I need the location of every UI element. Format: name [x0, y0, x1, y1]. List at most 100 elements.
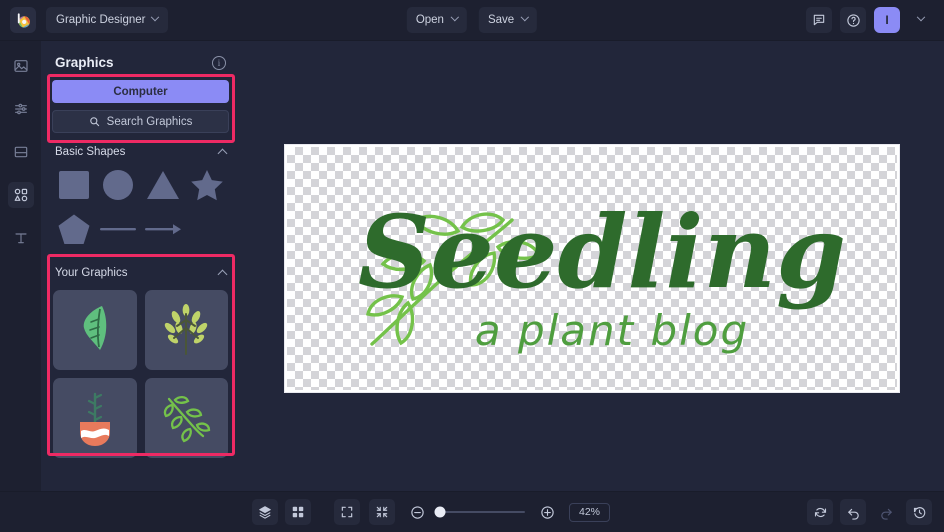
- save-label: Save: [487, 14, 515, 26]
- canvas-area[interactable]: Seedling a plant blog: [240, 41, 944, 491]
- your-graphics-grid: [41, 286, 240, 458]
- search-graphics-placeholder: Search Graphics: [106, 115, 193, 128]
- sidebar-item-adjustments[interactable]: [8, 96, 34, 122]
- transparency-checkerboard: Seedling a plant blog: [287, 147, 897, 390]
- zoom-controls: 42%: [334, 499, 610, 525]
- seedling-logo-artwork: Seedling a plant blog: [358, 193, 846, 355]
- chevron-down-icon: [520, 12, 530, 22]
- panel-header: Graphics i: [41, 41, 240, 80]
- shape-pentagon[interactable]: [53, 209, 95, 249]
- artboard-subtitle: a plant blog: [475, 306, 749, 355]
- sidebar-item-layouts[interactable]: [8, 139, 34, 165]
- tool-rail: [0, 41, 41, 491]
- document-name-label: Graphic Designer: [56, 14, 146, 26]
- shape-arrow[interactable]: [142, 209, 184, 249]
- text-icon: [14, 233, 27, 244]
- fit-to-screen-button[interactable]: [369, 499, 395, 525]
- potted-seedling-graphic-icon: [79, 392, 110, 446]
- history-button[interactable]: [906, 499, 932, 525]
- circle-icon: [103, 170, 134, 200]
- graphic-thumb-leaf[interactable]: [53, 290, 137, 370]
- computer-source-button[interactable]: Computer: [52, 80, 229, 103]
- zoom-in-icon: [540, 505, 554, 519]
- leafy-branch-graphic-icon: [164, 395, 211, 443]
- layers-icon: [259, 506, 271, 519]
- section-basic-shapes-title: Basic Shapes: [55, 146, 126, 158]
- shape-square[interactable]: [53, 165, 95, 205]
- view-tools-left: [252, 499, 311, 525]
- fit-to-screen-icon: [376, 506, 388, 518]
- app-logo[interactable]: [10, 7, 36, 33]
- file-actions: Open Save: [406, 7, 538, 33]
- redo-button[interactable]: [873, 499, 899, 525]
- shape-circle[interactable]: [97, 165, 139, 205]
- history-icon: [913, 506, 925, 518]
- wheat-sprig-graphic-icon: [165, 304, 208, 355]
- top-bar: Graphic Designer Open Save I: [0, 0, 944, 41]
- page-title: Graphics: [55, 55, 114, 70]
- layers-button[interactable]: [252, 499, 278, 525]
- workspace: Graphics i Computer Search Graphics Basi…: [0, 41, 944, 491]
- sidebar-item-text[interactable]: [8, 225, 34, 251]
- open-button[interactable]: Open: [406, 7, 467, 33]
- account-actions: I: [806, 7, 934, 33]
- save-button[interactable]: Save: [478, 7, 538, 33]
- star-icon: [191, 170, 223, 201]
- triangle-icon: [146, 171, 179, 199]
- search-icon: [89, 117, 99, 127]
- arrow-icon: [144, 224, 181, 235]
- open-label: Open: [415, 14, 444, 26]
- document-name-dropdown[interactable]: Graphic Designer: [46, 7, 169, 33]
- app-root: Graphic Designer Open Save I Graphics i …: [0, 0, 944, 532]
- layout-icon: [14, 146, 27, 158]
- zoom-slider[interactable]: [434, 506, 525, 518]
- sliders-icon: [14, 103, 27, 115]
- sidebar-item-images[interactable]: [8, 53, 34, 79]
- shapes-icon: [14, 188, 27, 202]
- image-icon: [13, 60, 28, 72]
- help-button[interactable]: [840, 7, 866, 33]
- grid-button[interactable]: [285, 499, 311, 525]
- section-basic-shapes-header[interactable]: Basic Shapes: [41, 133, 240, 165]
- sidebar-item-graphics[interactable]: [7, 182, 34, 208]
- fullscreen-icon: [341, 506, 353, 518]
- graphics-source-group: Computer Search Graphics: [41, 80, 240, 133]
- zoom-level-badge[interactable]: 42%: [569, 502, 610, 522]
- section-your-graphics-header[interactable]: Your Graphics: [41, 249, 240, 286]
- info-icon[interactable]: i: [212, 55, 226, 70]
- shape-star[interactable]: [186, 165, 228, 205]
- artboard[interactable]: Seedling a plant blog: [285, 145, 899, 392]
- graphic-thumb-wheat-sprig[interactable]: [144, 290, 228, 370]
- graphic-thumb-leafy-branch[interactable]: [144, 378, 228, 458]
- undo-button[interactable]: [840, 499, 866, 525]
- graphic-thumb-potted-seedling[interactable]: [53, 378, 137, 458]
- zoom-out-icon: [410, 505, 424, 519]
- zoom-slider-thumb[interactable]: [434, 506, 446, 518]
- avatar-initial: I: [885, 13, 889, 27]
- grid-icon: [292, 506, 304, 518]
- pentagon-icon: [58, 214, 90, 244]
- shape-empty-slot: [186, 209, 228, 249]
- bolt-logo-icon: [17, 12, 30, 28]
- avatar[interactable]: I: [874, 7, 900, 33]
- reset-button[interactable]: [807, 499, 833, 525]
- reset-icon: [814, 507, 826, 517]
- undo-icon: [847, 508, 859, 520]
- shape-triangle[interactable]: [142, 165, 184, 205]
- square-icon: [59, 171, 90, 199]
- artboard-title: Seedling: [358, 193, 846, 311]
- search-graphics-input[interactable]: Search Graphics: [52, 110, 229, 133]
- help-icon: [846, 13, 860, 27]
- computer-source-label: Computer: [113, 85, 168, 98]
- chevron-down-icon: [450, 12, 460, 22]
- comments-button[interactable]: [806, 7, 832, 33]
- zoom-out-button[interactable]: [404, 499, 430, 525]
- account-menu-button[interactable]: [908, 7, 934, 33]
- chevron-up-icon: [217, 269, 228, 280]
- bottom-bar: 42%: [0, 491, 944, 532]
- shape-line[interactable]: [97, 209, 139, 249]
- fullscreen-button[interactable]: [334, 499, 360, 525]
- graphics-panel: Graphics i Computer Search Graphics Basi…: [41, 41, 240, 491]
- zoom-in-button[interactable]: [534, 499, 560, 525]
- basic-shapes-grid: [41, 165, 240, 249]
